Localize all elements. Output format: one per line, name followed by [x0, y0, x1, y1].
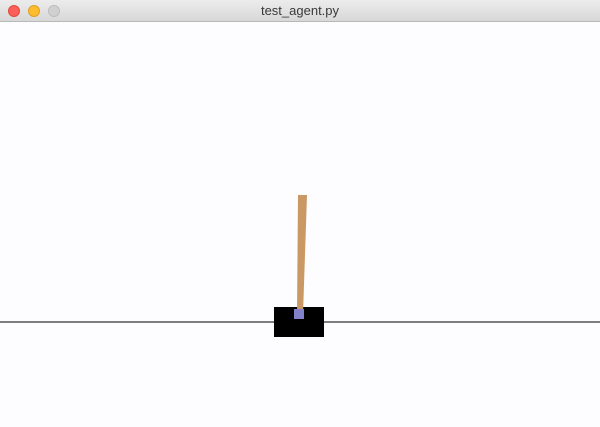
- cartpole-scene: [0, 195, 600, 337]
- close-icon[interactable]: [8, 5, 20, 17]
- axle: [294, 309, 304, 319]
- title-bar[interactable]: test_agent.py: [0, 0, 600, 22]
- window-title: test_agent.py: [260, 3, 340, 18]
- app-window: test_agent.py: [0, 0, 600, 422]
- render-canvas: [0, 22, 600, 422]
- minimize-icon[interactable]: [28, 5, 40, 17]
- maximize-icon: [48, 5, 60, 17]
- pole: [297, 195, 307, 314]
